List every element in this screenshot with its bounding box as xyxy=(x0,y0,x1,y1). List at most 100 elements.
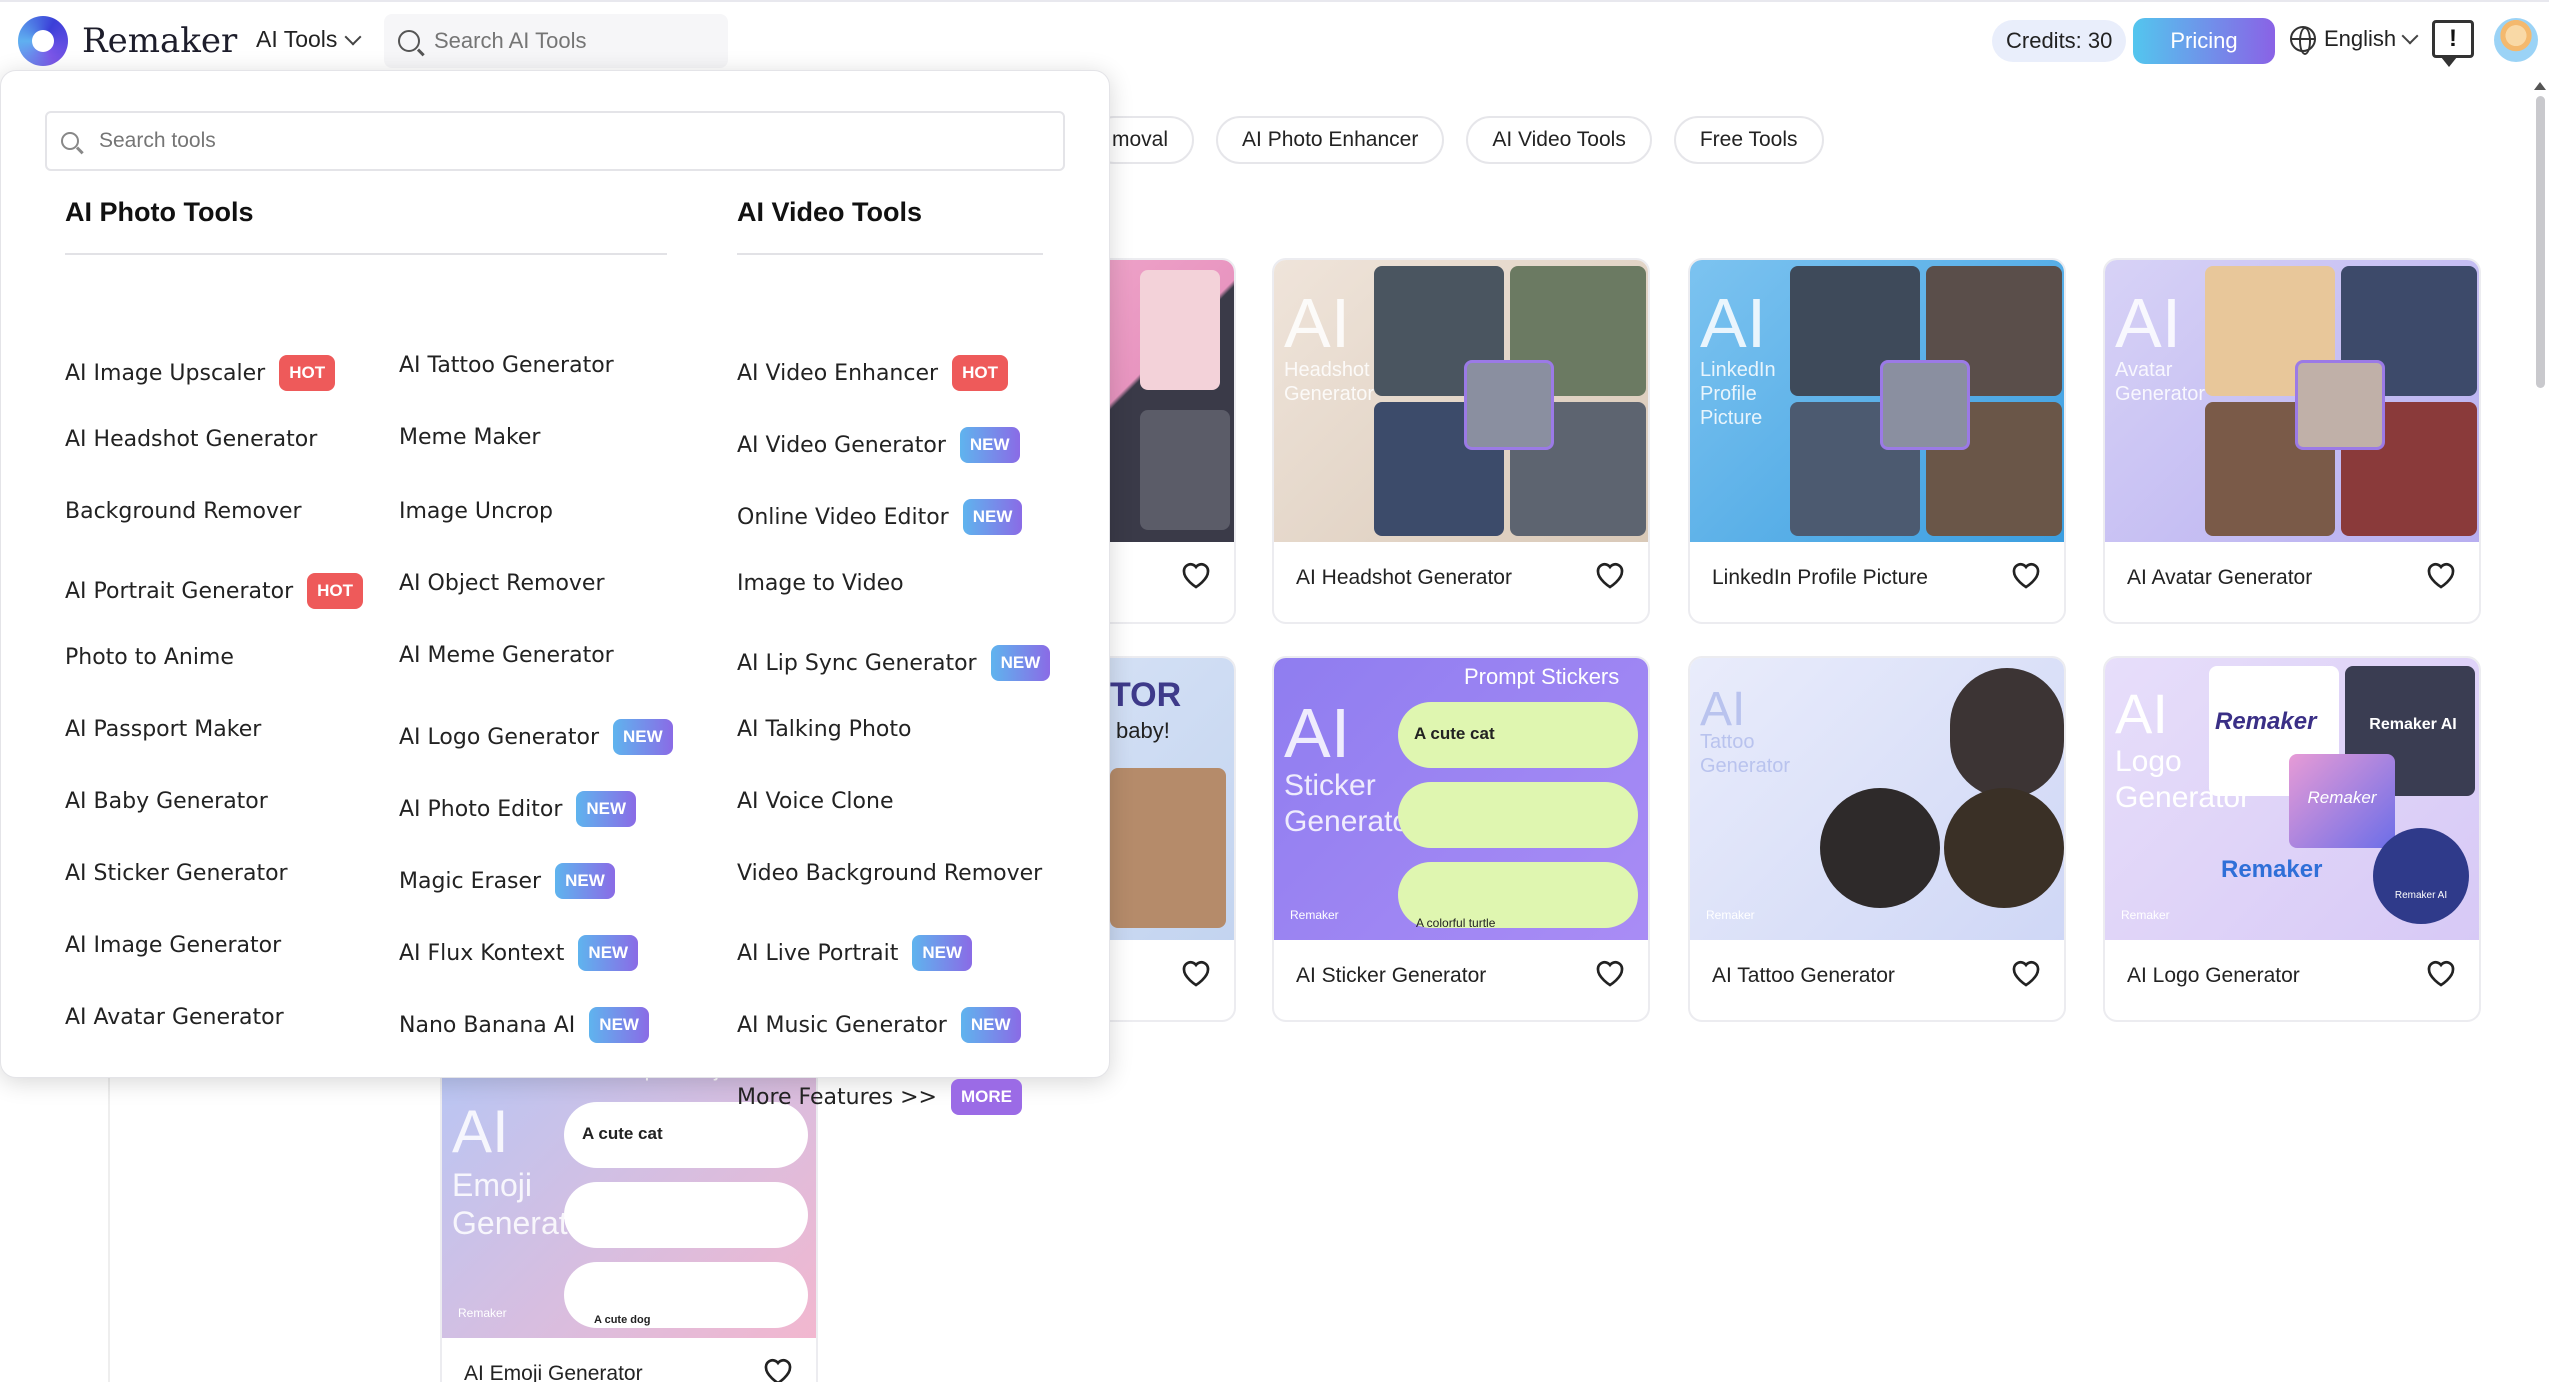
menu-item-image-uncrop[interactable]: Image Uncrop xyxy=(399,499,553,524)
scroll-up-arrow-icon[interactable] xyxy=(2534,82,2546,90)
chip-ai-photo-enhancer[interactable]: AI Photo Enhancer xyxy=(1216,116,1445,164)
hot-badge: HOT xyxy=(307,573,364,609)
tool-card[interactable]: Prompt Stickers AI Sticker Generator A c… xyxy=(1272,656,1650,1022)
card-title: AI Emoji Generator xyxy=(464,1362,643,1382)
thumb-subtitle: Headshot Generator xyxy=(1284,359,1375,405)
heart-icon[interactable] xyxy=(1180,958,1212,988)
menu-item-ai-flux-kontext[interactable]: AI Flux Kontext NEW xyxy=(399,935,639,971)
heart-icon[interactable] xyxy=(2425,560,2457,590)
chip-ai-video-tools[interactable]: AI Video Tools xyxy=(1466,116,1652,164)
menu-item-label: AI Voice Clone xyxy=(737,789,894,814)
menu-item-ai-photo-editor[interactable]: AI Photo Editor NEW xyxy=(399,791,637,827)
menu-item-label: Image to Video xyxy=(737,571,904,596)
card-title: AI Avatar Generator xyxy=(2127,566,2313,589)
heart-icon[interactable] xyxy=(1594,958,1626,988)
menu-item-ai-music-generator[interactable]: AI Music Generator NEW xyxy=(737,1007,1021,1043)
menu-item-ai-lip-sync-generator[interactable]: AI Lip Sync Generator NEW xyxy=(737,645,1051,681)
menu-item-ai-video-generator[interactable]: AI Video Generator NEW xyxy=(737,427,1020,463)
card-title: AI Tattoo Generator xyxy=(1712,964,1895,987)
menu-item-label: AI Object Remover xyxy=(399,571,605,596)
scrollbar-thumb[interactable] xyxy=(2536,96,2545,388)
ai-tools-menu[interactable]: AI Tools xyxy=(256,26,362,53)
menu-item-ai-baby-generator[interactable]: AI Baby Generator xyxy=(65,789,268,814)
menu-item-ai-talking-photo[interactable]: AI Talking Photo xyxy=(737,717,911,742)
card-title: AI Sticker Generator xyxy=(1296,964,1487,987)
thumb-subtitle: Avatar Generator xyxy=(2115,359,2206,405)
tool-card[interactable]: AI Avatar Generator AI Avatar Generator xyxy=(2103,258,2481,624)
video-tools-heading: AI Video Tools xyxy=(737,197,923,227)
feedback-icon[interactable]: ! xyxy=(2432,20,2474,67)
menu-item-magic-eraser[interactable]: Magic Eraser NEW xyxy=(399,863,615,899)
menu-item-ai-headshot-generator[interactable]: AI Headshot Generator xyxy=(65,427,317,452)
menu-item-label: AI Lip Sync Generator xyxy=(737,650,977,676)
tool-card[interactable]: AI Headshot Generator AI Headshot Genera… xyxy=(1272,258,1650,624)
thumb-logo-text: Remaker AI xyxy=(2394,890,2448,901)
menu-item-video-background-remover[interactable]: Video Background Remover xyxy=(737,861,1042,886)
heart-icon[interactable] xyxy=(2010,560,2042,590)
heart-icon[interactable] xyxy=(762,1356,794,1382)
new-badge: NEW xyxy=(555,863,615,899)
new-badge: NEW xyxy=(962,499,1023,535)
menu-item-ai-tattoo-generator[interactable]: AI Tattoo Generator xyxy=(399,353,614,378)
search-icon xyxy=(61,132,79,150)
language-selector[interactable]: English xyxy=(2290,26,2419,55)
chip-free-tools[interactable]: Free Tools xyxy=(1673,116,1824,164)
dropdown-search-input[interactable] xyxy=(99,129,999,153)
menu-item-background-remover[interactable]: Background Remover xyxy=(65,499,302,524)
menu-item-ai-sticker-generator[interactable]: AI Sticker Generator xyxy=(65,861,288,886)
ai-tools-dropdown: AI Photo Tools AI Video Tools AI Image U… xyxy=(0,70,1110,1115)
menu-item-ai-image-generator[interactable]: AI Image Generator xyxy=(65,933,281,958)
menu-item-ai-video-enhancer[interactable]: AI Video Enhancer HOT xyxy=(737,355,1008,391)
menu-item-photo-to-anime[interactable]: Photo to Anime xyxy=(65,645,234,670)
pricing-button[interactable]: Pricing xyxy=(2133,18,2275,64)
menu-item-more-features[interactable]: More Features >> MORE xyxy=(737,1079,1022,1115)
menu-item-ai-image-upscaler[interactable]: AI Image Upscaler HOT xyxy=(65,355,336,391)
brand-name: Remaker xyxy=(82,21,238,61)
top-search-input[interactable] xyxy=(434,28,694,54)
menu-item-ai-meme-generator[interactable]: AI Meme Generator xyxy=(399,643,614,668)
hot-badge: HOT xyxy=(279,355,336,391)
more-badge: MORE xyxy=(951,1079,1022,1115)
menu-item-ai-object-remover[interactable]: AI Object Remover xyxy=(399,571,605,596)
heart-icon[interactable] xyxy=(1180,560,1212,590)
menu-item-ai-live-portrait[interactable]: AI Live Portrait NEW xyxy=(737,935,972,971)
menu-item-nano-banana-ai[interactable]: Nano Banana AI NEW xyxy=(399,1007,649,1043)
brand-logo[interactable]: Remaker xyxy=(18,16,237,66)
tool-card[interactable]: AI Tattoo Generator Remaker AI Tattoo Ge… xyxy=(1688,656,2066,1022)
menu-item-label: AI Image Generator xyxy=(65,933,282,958)
divider xyxy=(65,253,667,255)
menu-item-meme-maker[interactable]: Meme Maker xyxy=(399,425,540,450)
menu-item-label: Image Uncrop xyxy=(399,499,554,524)
credits-badge[interactable]: Credits: 30 xyxy=(1992,20,2127,62)
new-badge: NEW xyxy=(578,935,639,971)
thumb-logo-text: Remaker xyxy=(2215,708,2317,735)
menu-item-online-video-editor[interactable]: Online Video Editor NEW xyxy=(737,499,1023,535)
menu-item-label: AI Talking Photo xyxy=(737,717,912,742)
menu-item-label: AI Portrait Generator xyxy=(65,578,294,604)
chevron-down-icon xyxy=(344,28,362,45)
menu-item-ai-portrait-generator[interactable]: AI Portrait Generator HOT xyxy=(65,573,364,609)
category-chips: moval AI Photo Enhancer AI Video Tools F… xyxy=(1090,116,1824,164)
menu-item-image-to-video[interactable]: Image to Video xyxy=(737,571,904,596)
tool-card[interactable]: AI Logo Generator Remaker Remaker AI Rem… xyxy=(2103,656,2481,1022)
menu-item-ai-voice-clone[interactable]: AI Voice Clone xyxy=(737,789,893,814)
dropdown-search-box[interactable] xyxy=(45,111,1065,171)
heart-icon[interactable] xyxy=(2010,958,2042,988)
thumb-watermark: Remaker xyxy=(458,1306,507,1320)
tool-card[interactable]: AI LinkedIn Profile Picture LinkedIn Pro… xyxy=(1688,258,2066,624)
heart-icon[interactable] xyxy=(2425,958,2457,988)
new-badge: NEW xyxy=(912,935,972,971)
menu-item-ai-logo-generator[interactable]: AI Logo Generator NEW xyxy=(399,719,673,755)
top-search-box[interactable] xyxy=(384,14,728,68)
user-avatar[interactable] xyxy=(2494,18,2538,62)
photo-tools-heading: AI Photo Tools xyxy=(65,197,254,227)
thumb-prompt: A colorful turtle xyxy=(1416,916,1496,930)
thumb-subtitle: baby! xyxy=(1116,718,1170,743)
menu-item-ai-passport-maker[interactable]: AI Passport Maker xyxy=(65,717,261,742)
ai-tools-label: AI Tools xyxy=(256,26,338,52)
card-thumbnail: Prompt Stickers AI Sticker Generator A c… xyxy=(1274,658,1648,940)
menu-item-label: More Features >> xyxy=(737,1084,937,1110)
menu-item-ai-avatar-generator[interactable]: AI Avatar Generator xyxy=(65,1005,284,1030)
search-icon xyxy=(398,30,420,52)
heart-icon[interactable] xyxy=(1594,560,1626,590)
